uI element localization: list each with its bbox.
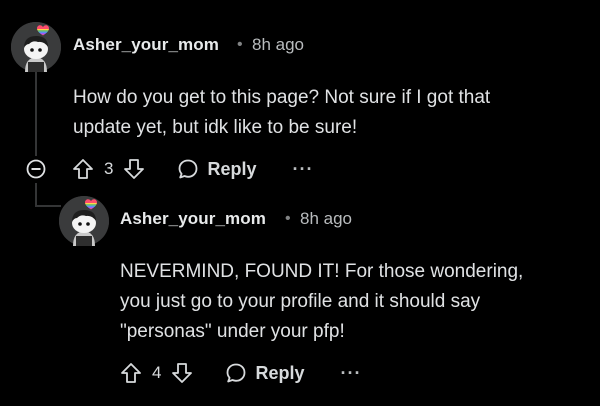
comment-author[interactable]: Asher_your_mom [73, 35, 219, 55]
speech-bubble-icon [227, 363, 246, 383]
comment-body-line: you just go to your profile and it shoul… [120, 291, 481, 312]
comment-author[interactable]: Asher_your_mom [120, 209, 266, 229]
avatar[interactable] [59, 196, 109, 246]
upvote-button[interactable] [120, 362, 142, 384]
snoo-avatar-icon [11, 22, 61, 72]
comment-body: How do you get to this page? Not sure if… [73, 83, 490, 143]
vote-count: 3 [104, 159, 114, 178]
meta-separator: • [237, 36, 243, 53]
comment-actions: 4 Reply ··· [120, 358, 361, 388]
snoo-avatar-icon [59, 196, 109, 246]
comment-timestamp: 8h ago [252, 35, 304, 54]
comment-actions: 3 Reply ··· [72, 154, 313, 184]
downvote-arrow-icon [124, 159, 145, 179]
comment-body-line: "personas" under your pfp! [120, 321, 345, 342]
comment-body-line: How do you get to this page? Not sure if… [73, 87, 491, 108]
meta-separator: • [285, 210, 291, 227]
thread-line-branch [35, 183, 37, 207]
speech-bubble-icon [179, 159, 198, 179]
downvote-button[interactable] [171, 362, 193, 384]
reply-button[interactable]: Reply [225, 362, 305, 384]
comment-body-line: update yet, but idk like to be sure! [73, 117, 358, 138]
collapse-minus-icon [26, 159, 46, 179]
more-options-button[interactable]: ··· [293, 159, 314, 180]
upvote-button[interactable] [72, 158, 94, 180]
more-options-button[interactable]: ··· [341, 363, 362, 384]
upvote-arrow-icon [73, 159, 93, 179]
reply-label: Reply [255, 362, 305, 383]
upvote-arrow-icon [121, 363, 141, 383]
thread-line-elbow [35, 205, 61, 207]
comment-body-line: NEVERMIND, FOUND IT! For those wondering… [120, 261, 524, 282]
downvote-arrow-icon [172, 363, 193, 383]
collapse-button[interactable] [26, 159, 46, 179]
thread-line [35, 72, 37, 156]
avatar[interactable] [11, 22, 61, 72]
comment-timestamp: 8h ago [300, 209, 352, 228]
downvote-button[interactable] [123, 158, 145, 180]
reply-button[interactable]: Reply [177, 158, 257, 180]
comment-body: NEVERMIND, FOUND IT! For those wondering… [120, 257, 523, 347]
vote-count: 4 [152, 363, 162, 382]
reply-label: Reply [207, 158, 257, 179]
